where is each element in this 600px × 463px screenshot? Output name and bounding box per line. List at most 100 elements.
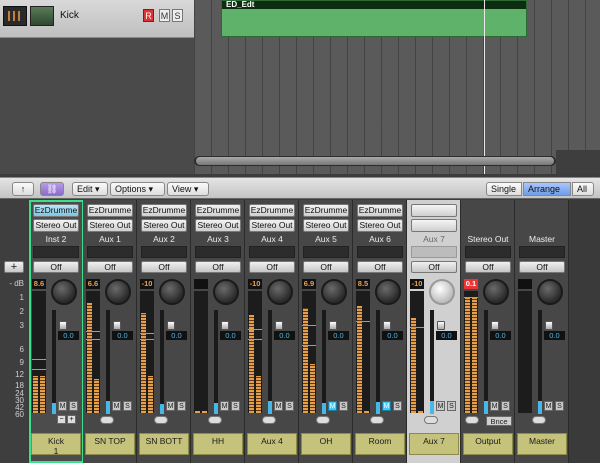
volume-display[interactable]: 0.0 [220,331,241,340]
pan-knob[interactable] [159,279,185,305]
io-label[interactable]: Master [515,234,569,244]
bounce-button[interactable]: Bnce [486,416,512,426]
automation-off-button[interactable]: Off [141,261,187,273]
single-view-button[interactable]: Single [486,182,522,196]
add-channel-button[interactable]: + [4,261,24,273]
all-view-button[interactable]: All [572,182,594,196]
peak-display[interactable]: -10 [410,279,424,289]
fader-cap[interactable] [275,321,283,330]
output-slot[interactable]: Stereo Out [87,219,133,232]
solo-button[interactable]: S [231,401,240,411]
arrange-view-button[interactable]: Arrange [523,182,571,196]
send-slot[interactable] [465,246,511,258]
group-slot[interactable] [424,416,438,424]
output-slot[interactable]: Stereo Out [249,219,295,232]
fader-track[interactable] [538,310,542,414]
edit-menu[interactable]: Edit ▾ [72,182,108,196]
group-slot[interactable] [262,416,276,424]
volume-display[interactable]: 0.0 [58,331,79,340]
pan-knob[interactable] [537,279,563,305]
playhead[interactable] [484,0,485,174]
record-enable-button[interactable]: R [143,9,154,22]
send-slot[interactable] [87,246,133,258]
peak-display[interactable]: -10 [248,279,262,289]
pan-knob[interactable] [105,279,131,305]
channel-name[interactable]: Room [355,433,405,455]
channel-name[interactable]: Kick 1 [31,433,81,456]
volume-display[interactable]: 0.0 [490,331,511,340]
scrollbar-thumb[interactable] [196,157,554,165]
instrument-slot[interactable]: EzDrumme [357,204,403,217]
io-label[interactable]: Aux 1 [83,234,137,244]
peak-display[interactable] [194,279,208,289]
instrument-slot[interactable]: EzDrumme [303,204,349,217]
fader-cap[interactable] [491,321,499,330]
minus-icon[interactable]: − [57,415,66,424]
audio-region[interactable]: ED_Edt [221,0,527,37]
mute-button[interactable]: M [58,401,67,411]
pan-knob[interactable] [375,279,401,305]
group-slot[interactable] [370,416,384,424]
send-slot[interactable] [519,246,565,258]
io-label[interactable]: Stereo Out [461,234,515,244]
group-slot[interactable] [316,416,330,424]
automation-off-button[interactable]: Off [357,261,403,273]
fader-cap[interactable] [383,321,391,330]
fader-cap[interactable] [329,321,337,330]
automation-off-button[interactable]: Off [411,261,457,273]
fader-cap[interactable] [59,321,67,330]
automation-off-button[interactable]: Off [465,261,511,273]
send-slot[interactable] [303,246,349,258]
solo-button[interactable]: S [393,401,402,411]
volume-display[interactable]: 0.0 [274,331,295,340]
io-label[interactable]: Aux 2 [137,234,191,244]
send-slot[interactable] [411,246,457,258]
solo-button[interactable]: S [447,401,456,411]
output-slot[interactable]: Stereo Out [303,219,349,232]
channel-name[interactable]: Output [463,433,513,455]
fader-track[interactable] [214,310,218,414]
fader-track[interactable] [484,310,488,414]
peak-display[interactable]: 6.9 [302,279,316,289]
fader-track[interactable] [322,310,326,414]
fader-cap[interactable] [221,321,229,330]
peak-display[interactable] [518,279,532,289]
group-slot[interactable] [100,416,114,424]
output-slot[interactable]: Stereo Out [141,219,187,232]
track-mute-button[interactable]: M [159,9,170,22]
fader-track[interactable] [376,310,380,414]
view-menu[interactable]: View ▾ [167,182,209,196]
volume-display[interactable]: 0.0 [166,331,187,340]
fader-cap[interactable] [167,321,175,330]
channel-name[interactable]: HH [193,433,243,455]
fader-cap[interactable] [113,321,121,330]
volume-display[interactable]: 0.0 [382,331,403,340]
output-slot[interactable]: Stereo Out [33,219,79,232]
pan-knob[interactable] [429,279,455,305]
peak-display[interactable]: 8.5 [356,279,370,289]
group-slot[interactable] [154,416,168,424]
pan-knob[interactable] [483,279,509,305]
io-label[interactable]: Aux 6 [353,234,407,244]
volume-display[interactable]: 0.0 [436,331,457,340]
io-label[interactable]: Aux 3 [191,234,245,244]
fader-track[interactable] [52,310,56,414]
pan-knob[interactable] [267,279,293,305]
mute-button[interactable]: M [220,401,229,411]
solo-button[interactable]: S [555,401,564,411]
channel-name[interactable]: SN BOTT [139,433,189,455]
io-label[interactable]: Inst 2 [29,234,83,244]
output-slot[interactable]: Stereo Out [195,219,241,232]
send-slot[interactable] [249,246,295,258]
mute-button[interactable]: M [382,401,391,411]
automation-off-button[interactable]: Off [519,261,565,273]
instrument-slot[interactable]: EzDrumme [249,204,295,217]
plus-icon[interactable]: + [67,415,76,424]
group-slot[interactable] [465,416,479,424]
solo-button[interactable]: S [177,401,186,411]
peak-display[interactable]: 8.6 [32,279,46,289]
io-label[interactable]: Aux 5 [299,234,353,244]
mute-button[interactable]: M [166,401,175,411]
mute-button[interactable]: M [112,401,121,411]
automation-off-button[interactable]: Off [195,261,241,273]
